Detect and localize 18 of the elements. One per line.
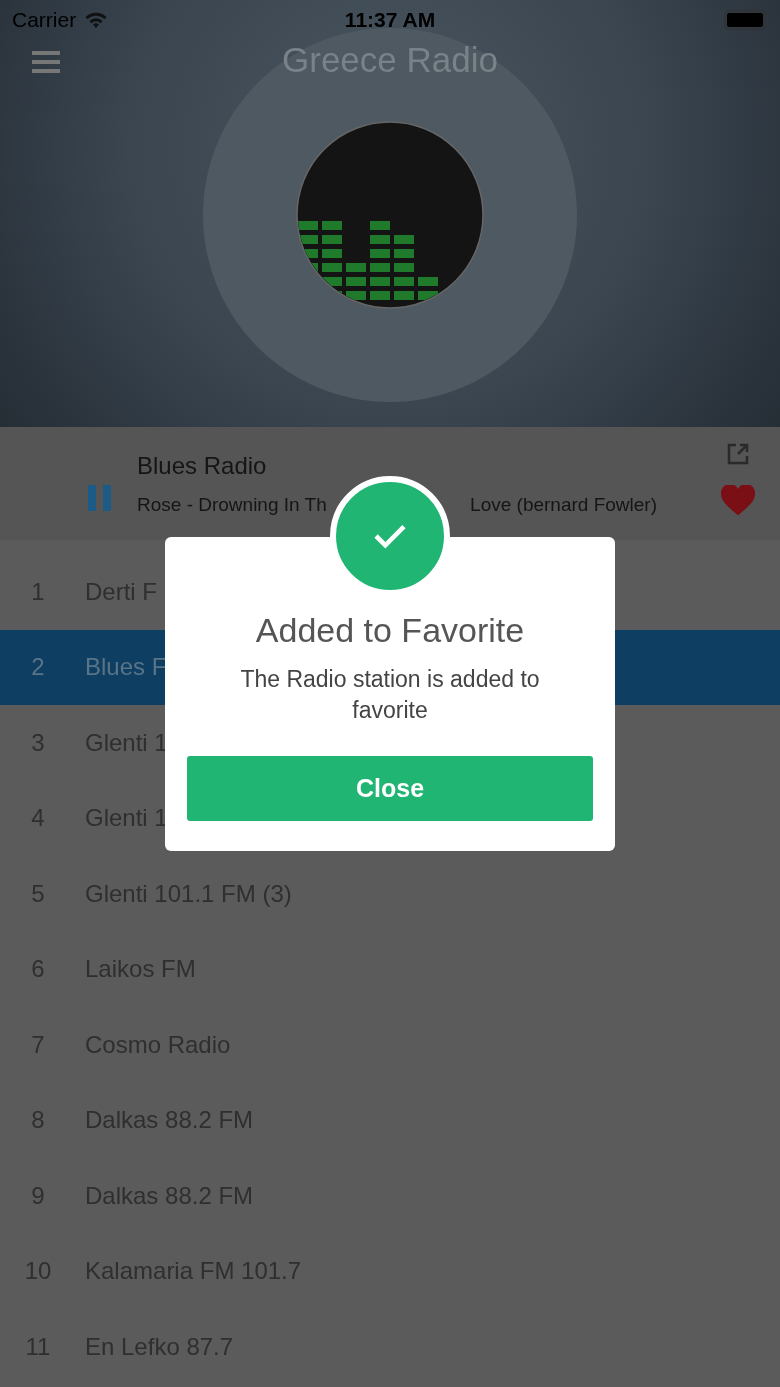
menu-icon[interactable] <box>32 50 60 74</box>
dialog-title: Added to Favorite <box>255 611 525 650</box>
checkmark-icon <box>373 523 407 549</box>
dialog-message: The Radio station is added to favorite <box>239 665 541 726</box>
station-name: Blues F <box>85 653 167 682</box>
station-name: Blues Radio <box>137 451 268 480</box>
status-time: 11:37 AM <box>344 8 436 32</box>
carrier-name: Carrier <box>12 8 77 32</box>
app-title: Greece Radio <box>282 40 498 80</box>
station-number: 2 <box>30 653 46 682</box>
heart-icon[interactable] <box>721 485 755 515</box>
pause-icon[interactable] <box>88 484 112 511</box>
wifi-icon <box>84 11 109 29</box>
close-button[interactable]: Close <box>187 756 593 822</box>
track-title: Love (bernard Fowler) <box>470 493 657 516</box>
share-icon[interactable] <box>726 442 750 466</box>
battery-icon <box>724 10 768 30</box>
track-title: Rose - Drowning In Th <box>137 493 327 516</box>
